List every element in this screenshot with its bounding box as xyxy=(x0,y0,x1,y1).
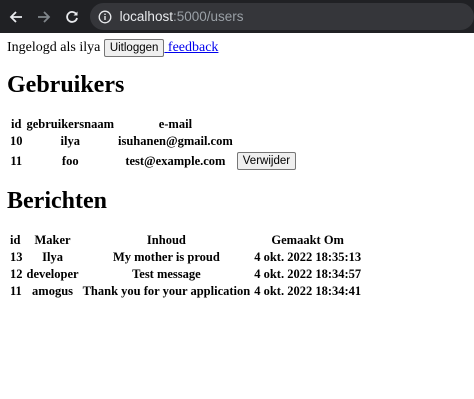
info-icon[interactable] xyxy=(98,10,112,24)
msgs-col-id: id xyxy=(10,233,21,248)
msg-created: 4 okt. 2022 18:34:57 xyxy=(254,267,362,282)
reload-icon xyxy=(65,10,78,23)
msgs-col-content: Inhoud xyxy=(146,233,186,248)
msg-content: My mother is proud xyxy=(112,250,220,265)
address-bar[interactable]: localhost:5000/users xyxy=(89,3,474,30)
browser-toolbar: localhost:5000/users xyxy=(0,0,474,33)
msg-maker: amogus xyxy=(32,284,74,299)
url-host: localhost xyxy=(119,9,173,24)
user-username: ilya xyxy=(60,134,80,149)
msgs-col-created: Gemaakt Om xyxy=(271,233,344,248)
msg-created: 4 okt. 2022 18:35:13 xyxy=(254,250,362,265)
url-path: :5000/users xyxy=(172,9,244,24)
delete-user-button[interactable]: Verwijder xyxy=(236,152,297,171)
users-col-username: gebruikersnaam xyxy=(26,117,115,132)
user-id: 11 xyxy=(10,153,23,168)
table-row: 12 developer Test message 4 okt. 2022 18… xyxy=(9,267,362,282)
logout-button[interactable]: Uitloggen xyxy=(103,39,165,57)
messages-table: id Maker Inhoud Gemaakt Om 13 Ilya My mo… xyxy=(7,231,364,301)
msg-id: 13 xyxy=(10,250,23,265)
msg-content: Thank you for your application xyxy=(82,284,251,299)
msg-created: 4 okt. 2022 18:34:41 xyxy=(254,284,362,299)
session-bar: Ingelogd als ilya Uitloggen feedback xyxy=(7,39,467,57)
users-table: id gebruikersnaam e-mail 10 ilya isuhane… xyxy=(7,115,299,173)
arrow-left-icon xyxy=(9,10,22,23)
messages-heading: Berichten xyxy=(7,188,107,215)
users-heading: Gebruikers xyxy=(7,72,125,99)
table-row: 13 Ilya My mother is proud 4 okt. 2022 1… xyxy=(9,250,362,265)
msgs-col-maker: Maker xyxy=(34,233,71,248)
msg-id: 12 xyxy=(10,267,23,282)
user-username: foo xyxy=(61,153,79,168)
back-button[interactable] xyxy=(4,5,28,29)
msg-content: Test message xyxy=(132,267,201,282)
user-email: test@example.com xyxy=(125,153,226,168)
msg-maker: Ilya xyxy=(42,250,63,265)
user-action xyxy=(236,134,297,149)
user-email: isuhanen@gmail.com xyxy=(118,134,233,149)
table-row: 11 amogus Thank you for your application… xyxy=(9,284,362,299)
arrow-right-icon xyxy=(37,10,51,23)
feedback-link-label: feedback xyxy=(167,40,219,56)
users-header-row: id gebruikersnaam e-mail xyxy=(9,117,297,132)
logged-in-text: Ingelogd als ilya xyxy=(7,40,101,56)
page-content: Ingelogd als ilya Uitloggen feedback Geb… xyxy=(0,33,474,307)
users-col-id: id xyxy=(11,117,22,132)
users-col-email: e-mail xyxy=(158,117,193,132)
user-id: 10 xyxy=(10,134,23,149)
messages-header-row: id Maker Inhoud Gemaakt Om xyxy=(9,233,362,248)
msg-maker: developer xyxy=(26,267,79,282)
forward-button[interactable] xyxy=(32,5,56,29)
feedback-link[interactable]: feedback xyxy=(164,40,219,56)
reload-button[interactable] xyxy=(60,5,84,29)
users-col-action xyxy=(236,117,297,132)
user-action: Verwijder xyxy=(236,151,297,171)
table-row: 11 foo test@example.com Verwijder xyxy=(9,151,297,171)
msg-id: 11 xyxy=(10,284,22,299)
table-row: 10 ilya isuhanen@gmail.com xyxy=(9,134,297,149)
